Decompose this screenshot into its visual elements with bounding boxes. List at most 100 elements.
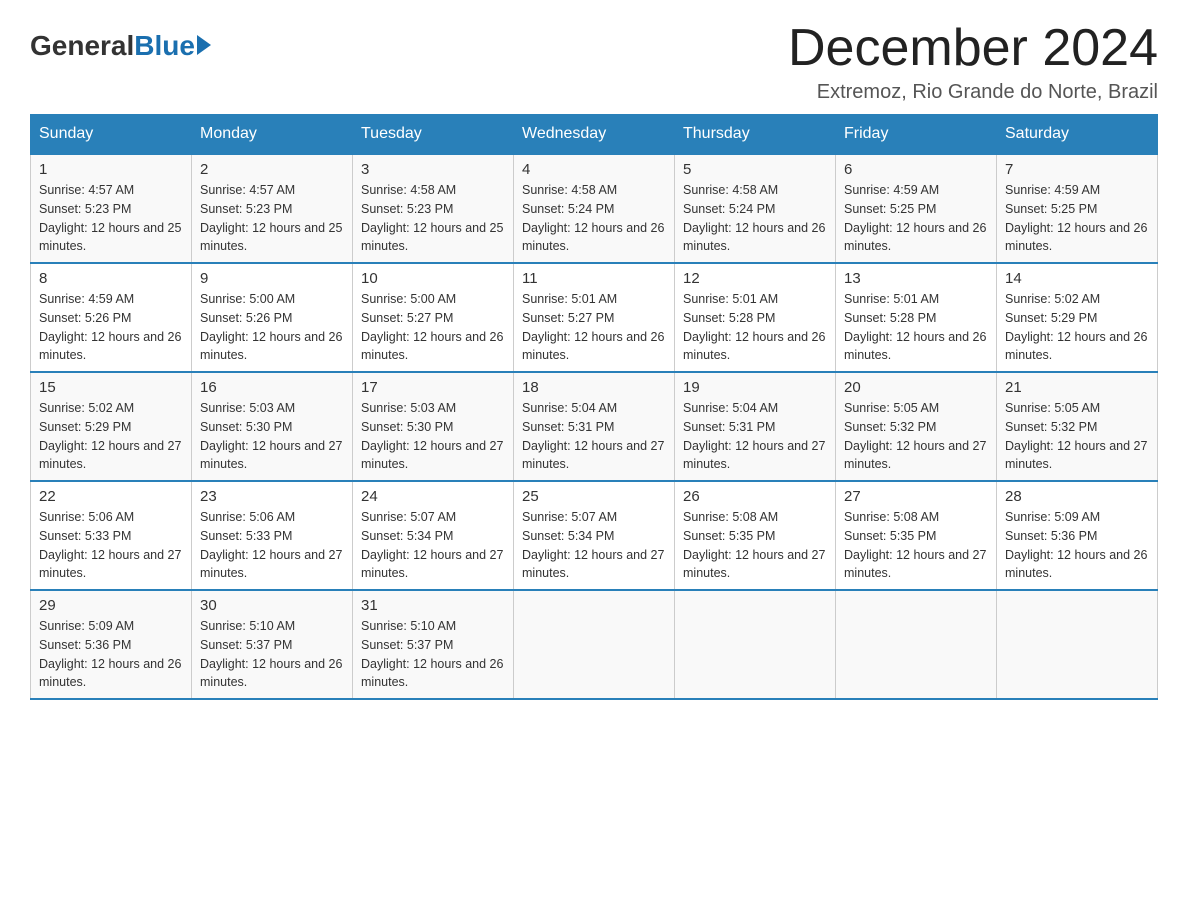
calendar-cell: 6 Sunrise: 4:59 AMSunset: 5:25 PMDaylight… (836, 154, 997, 263)
day-number: 22 (39, 488, 183, 505)
day-info: Sunrise: 5:07 AMSunset: 5:34 PMDaylight:… (361, 508, 505, 583)
day-number: 17 (361, 379, 505, 396)
day-info: Sunrise: 5:00 AMSunset: 5:26 PMDaylight:… (200, 290, 344, 365)
day-number: 7 (1005, 161, 1149, 178)
calendar-table: SundayMondayTuesdayWednesdayThursdayFrid… (30, 114, 1158, 700)
calendar-cell: 27 Sunrise: 5:08 AMSunset: 5:35 PMDayligh… (836, 481, 997, 590)
day-info: Sunrise: 4:58 AMSunset: 5:23 PMDaylight:… (361, 181, 505, 256)
day-number: 4 (522, 161, 666, 178)
day-number: 16 (200, 379, 344, 396)
day-number: 14 (1005, 270, 1149, 287)
day-info: Sunrise: 5:01 AMSunset: 5:28 PMDaylight:… (683, 290, 827, 365)
day-info: Sunrise: 4:57 AMSunset: 5:23 PMDaylight:… (39, 181, 183, 256)
calendar-cell: 7 Sunrise: 4:59 AMSunset: 5:25 PMDaylight… (997, 154, 1158, 263)
day-number: 10 (361, 270, 505, 287)
weekday-header-tuesday: Tuesday (353, 115, 514, 155)
calendar-week-row: 29 Sunrise: 5:09 AMSunset: 5:36 PMDayligh… (31, 590, 1158, 699)
day-number: 11 (522, 270, 666, 287)
calendar-week-row: 1 Sunrise: 4:57 AMSunset: 5:23 PMDaylight… (31, 154, 1158, 263)
calendar-cell: 5 Sunrise: 4:58 AMSunset: 5:24 PMDaylight… (675, 154, 836, 263)
calendar-cell: 16 Sunrise: 5:03 AMSunset: 5:30 PMDayligh… (192, 372, 353, 481)
day-info: Sunrise: 5:06 AMSunset: 5:33 PMDaylight:… (200, 508, 344, 583)
day-info: Sunrise: 5:05 AMSunset: 5:32 PMDaylight:… (844, 399, 988, 474)
day-number: 29 (39, 597, 183, 614)
calendar-cell: 19 Sunrise: 5:04 AMSunset: 5:31 PMDayligh… (675, 372, 836, 481)
title-section: December 2024 Extremoz, Rio Grande do No… (788, 20, 1158, 104)
calendar-week-row: 15Sunrise: 5:02 AMSunset: 5:29 PMDayligh… (31, 372, 1158, 481)
day-info: Sunrise: 5:05 AMSunset: 5:32 PMDaylight:… (1005, 399, 1149, 474)
calendar-cell: 25Sunrise: 5:07 AMSunset: 5:34 PMDayligh… (514, 481, 675, 590)
day-info: Sunrise: 5:00 AMSunset: 5:27 PMDaylight:… (361, 290, 505, 365)
day-number: 26 (683, 488, 827, 505)
day-info: Sunrise: 5:09 AMSunset: 5:36 PMDaylight:… (1005, 508, 1149, 583)
day-info: Sunrise: 5:10 AMSunset: 5:37 PMDaylight:… (200, 617, 344, 692)
day-info: Sunrise: 4:57 AMSunset: 5:23 PMDaylight:… (200, 181, 344, 256)
day-info: Sunrise: 5:04 AMSunset: 5:31 PMDaylight:… (522, 399, 666, 474)
weekday-header-monday: Monday (192, 115, 353, 155)
logo: General Blue (30, 30, 211, 62)
calendar-cell: 4 Sunrise: 4:58 AMSunset: 5:24 PMDaylight… (514, 154, 675, 263)
calendar-cell: 2Sunrise: 4:57 AMSunset: 5:23 PMDaylight… (192, 154, 353, 263)
day-info: Sunrise: 5:02 AMSunset: 5:29 PMDaylight:… (1005, 290, 1149, 365)
day-info: Sunrise: 5:06 AMSunset: 5:33 PMDaylight:… (39, 508, 183, 583)
calendar-cell (836, 590, 997, 699)
location-text: Extremoz, Rio Grande do Norte, Brazil (788, 81, 1158, 104)
calendar-cell: 28 Sunrise: 5:09 AMSunset: 5:36 PMDayligh… (997, 481, 1158, 590)
day-info: Sunrise: 5:01 AMSunset: 5:28 PMDaylight:… (844, 290, 988, 365)
month-title: December 2024 (788, 20, 1158, 77)
day-number: 1 (39, 161, 183, 178)
logo-general-text: General (30, 30, 134, 62)
day-number: 12 (683, 270, 827, 287)
weekday-header-saturday: Saturday (997, 115, 1158, 155)
day-number: 5 (683, 161, 827, 178)
day-number: 6 (844, 161, 988, 178)
calendar-body: 1 Sunrise: 4:57 AMSunset: 5:23 PMDaylight… (31, 154, 1158, 699)
day-info: Sunrise: 4:58 AMSunset: 5:24 PMDaylight:… (522, 181, 666, 256)
calendar-cell (514, 590, 675, 699)
day-info: Sunrise: 5:03 AMSunset: 5:30 PMDaylight:… (200, 399, 344, 474)
day-info: Sunrise: 5:03 AMSunset: 5:30 PMDaylight:… (361, 399, 505, 474)
weekday-header-wednesday: Wednesday (514, 115, 675, 155)
calendar-cell: 14 Sunrise: 5:02 AMSunset: 5:29 PMDayligh… (997, 263, 1158, 372)
calendar-cell: 21 Sunrise: 5:05 AMSunset: 5:32 PMDayligh… (997, 372, 1158, 481)
logo-blue-text: Blue (134, 30, 195, 62)
calendar-cell: 11Sunrise: 5:01 AMSunset: 5:27 PMDayligh… (514, 263, 675, 372)
day-number: 21 (1005, 379, 1149, 396)
day-number: 27 (844, 488, 988, 505)
day-number: 28 (1005, 488, 1149, 505)
calendar-cell: 1 Sunrise: 4:57 AMSunset: 5:23 PMDaylight… (31, 154, 192, 263)
calendar-cell: 10 Sunrise: 5:00 AMSunset: 5:27 PMDayligh… (353, 263, 514, 372)
day-number: 18 (522, 379, 666, 396)
day-info: Sunrise: 5:08 AMSunset: 5:35 PMDaylight:… (683, 508, 827, 583)
day-number: 8 (39, 270, 183, 287)
day-info: Sunrise: 5:07 AMSunset: 5:34 PMDaylight:… (522, 508, 666, 583)
calendar-cell: 22 Sunrise: 5:06 AMSunset: 5:33 PMDayligh… (31, 481, 192, 590)
weekday-header-thursday: Thursday (675, 115, 836, 155)
day-number: 15 (39, 379, 183, 396)
day-info: Sunrise: 4:59 AMSunset: 5:25 PMDaylight:… (844, 181, 988, 256)
day-number: 13 (844, 270, 988, 287)
day-info: Sunrise: 4:58 AMSunset: 5:24 PMDaylight:… (683, 181, 827, 256)
day-info: Sunrise: 5:08 AMSunset: 5:35 PMDaylight:… (844, 508, 988, 583)
calendar-cell: 3Sunrise: 4:58 AMSunset: 5:23 PMDaylight… (353, 154, 514, 263)
day-info: Sunrise: 5:10 AMSunset: 5:37 PMDaylight:… (361, 617, 505, 692)
calendar-cell: 15Sunrise: 5:02 AMSunset: 5:29 PMDayligh… (31, 372, 192, 481)
calendar-cell: 13 Sunrise: 5:01 AMSunset: 5:28 PMDayligh… (836, 263, 997, 372)
calendar-cell (675, 590, 836, 699)
weekday-header-friday: Friday (836, 115, 997, 155)
day-number: 19 (683, 379, 827, 396)
calendar-cell: 12 Sunrise: 5:01 AMSunset: 5:28 PMDayligh… (675, 263, 836, 372)
day-number: 23 (200, 488, 344, 505)
day-number: 24 (361, 488, 505, 505)
day-info: Sunrise: 5:09 AMSunset: 5:36 PMDaylight:… (39, 617, 183, 692)
calendar-header-row: SundayMondayTuesdayWednesdayThursdayFrid… (31, 115, 1158, 155)
calendar-week-row: 22 Sunrise: 5:06 AMSunset: 5:33 PMDayligh… (31, 481, 1158, 590)
calendar-cell: 20Sunrise: 5:05 AMSunset: 5:32 PMDayligh… (836, 372, 997, 481)
calendar-cell (997, 590, 1158, 699)
weekday-header-sunday: Sunday (31, 115, 192, 155)
day-number: 31 (361, 597, 505, 614)
day-info: Sunrise: 4:59 AMSunset: 5:25 PMDaylight:… (1005, 181, 1149, 256)
day-info: Sunrise: 5:04 AMSunset: 5:31 PMDaylight:… (683, 399, 827, 474)
day-info: Sunrise: 4:59 AMSunset: 5:26 PMDaylight:… (39, 290, 183, 365)
calendar-week-row: 8 Sunrise: 4:59 AMSunset: 5:26 PMDaylight… (31, 263, 1158, 372)
